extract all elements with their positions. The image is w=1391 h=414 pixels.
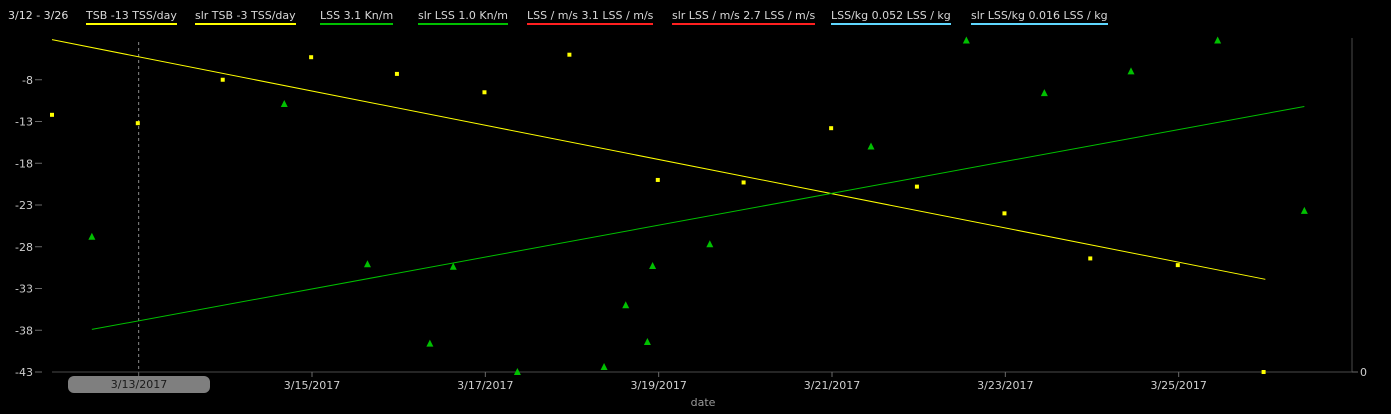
x-tick-label: 3/23/2017 xyxy=(977,379,1033,392)
tsb-point xyxy=(1002,211,1007,216)
lss-point xyxy=(649,261,657,269)
lss-point xyxy=(88,232,96,240)
lss-point xyxy=(426,339,434,347)
lss-point xyxy=(867,142,875,150)
tsb-point xyxy=(1175,263,1180,268)
x-tick-label: 3/17/2017 xyxy=(457,379,513,392)
tsb-point xyxy=(567,52,572,57)
tsb-point xyxy=(1088,256,1093,261)
lss-point xyxy=(643,337,651,345)
y2-tick-label: 0 xyxy=(1360,366,1367,379)
lss-point xyxy=(706,240,714,248)
tsb-point xyxy=(309,55,314,60)
y-tick-label: -8 xyxy=(22,74,33,87)
y-tick-label: -43 xyxy=(15,366,33,379)
x-tick-label: 3/25/2017 xyxy=(1150,379,1206,392)
tsb-point xyxy=(914,184,919,189)
chart-plot[interactable]: -8 -13 -18 -23 -28 -33 -38 -43 0 3/15/2017 3/17/20… xyxy=(0,0,1391,414)
y-tick-label: -28 xyxy=(15,241,33,254)
trendline-slr-tsb xyxy=(51,39,1266,280)
y-tick-label: -18 xyxy=(15,157,33,170)
tsb-point xyxy=(394,71,399,76)
lss-point xyxy=(962,36,970,44)
lss-point xyxy=(622,301,630,309)
tsb-point xyxy=(220,77,225,82)
x-tick-label: 3/21/2017 xyxy=(804,379,860,392)
trendline-slr-lss xyxy=(91,105,1305,330)
tsb-point xyxy=(829,126,834,131)
lss-point xyxy=(363,260,371,268)
tsb-point xyxy=(1261,370,1266,374)
lss-point xyxy=(1300,206,1308,214)
x-tick-label: 3/15/2017 xyxy=(284,379,340,392)
y-tick-label: -13 xyxy=(15,116,33,129)
tsb-point xyxy=(50,112,54,117)
lss-point xyxy=(600,362,608,370)
lss-point xyxy=(280,99,288,107)
y-tick-label: -33 xyxy=(15,283,33,296)
lss-point xyxy=(1127,67,1135,75)
tsb-point xyxy=(655,177,660,182)
y-tick-label: -23 xyxy=(15,199,33,212)
lss-point xyxy=(1214,36,1222,44)
y-tick-label: -38 xyxy=(15,324,33,337)
x-tick-label: 3/19/2017 xyxy=(630,379,686,392)
tsb-point xyxy=(135,121,140,126)
x-axis-label: date xyxy=(691,396,716,409)
cursor-date-pill[interactable]: 3/13/2017 xyxy=(68,376,210,393)
tsb-point xyxy=(482,90,487,95)
tsb-point xyxy=(741,180,746,185)
lss-point xyxy=(1040,89,1048,97)
